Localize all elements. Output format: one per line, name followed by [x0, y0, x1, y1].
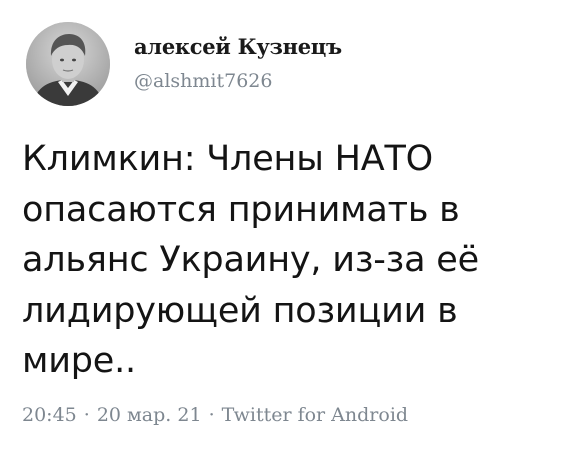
author-names: алексей Кузнецъ @alshmit7626: [134, 33, 342, 95]
meta-separator: ·: [83, 404, 90, 426]
tweet-source-link[interactable]: Twitter for Android: [222, 404, 408, 426]
tweet-header: алексей Кузнецъ @alshmit7626: [26, 22, 342, 106]
avatar-photo: [26, 22, 110, 106]
tweet-text: Климкин: Члены НАТО опасаются принимать …: [22, 139, 479, 381]
avatar[interactable]: [26, 22, 110, 106]
tweet-meta: 20:45 · 20 мар. 21 · Twitter for Android: [22, 400, 408, 430]
author-handle[interactable]: @alshmit7626: [134, 67, 342, 95]
tweet-card: алексей Кузнецъ @alshmit7626 Климкин: Чл…: [0, 0, 570, 458]
meta-separator: ·: [208, 404, 215, 426]
tweet-time[interactable]: 20:45: [22, 404, 77, 426]
author-display-name[interactable]: алексей Кузнецъ: [134, 33, 342, 61]
tweet-date[interactable]: 20 мар. 21: [97, 404, 202, 426]
